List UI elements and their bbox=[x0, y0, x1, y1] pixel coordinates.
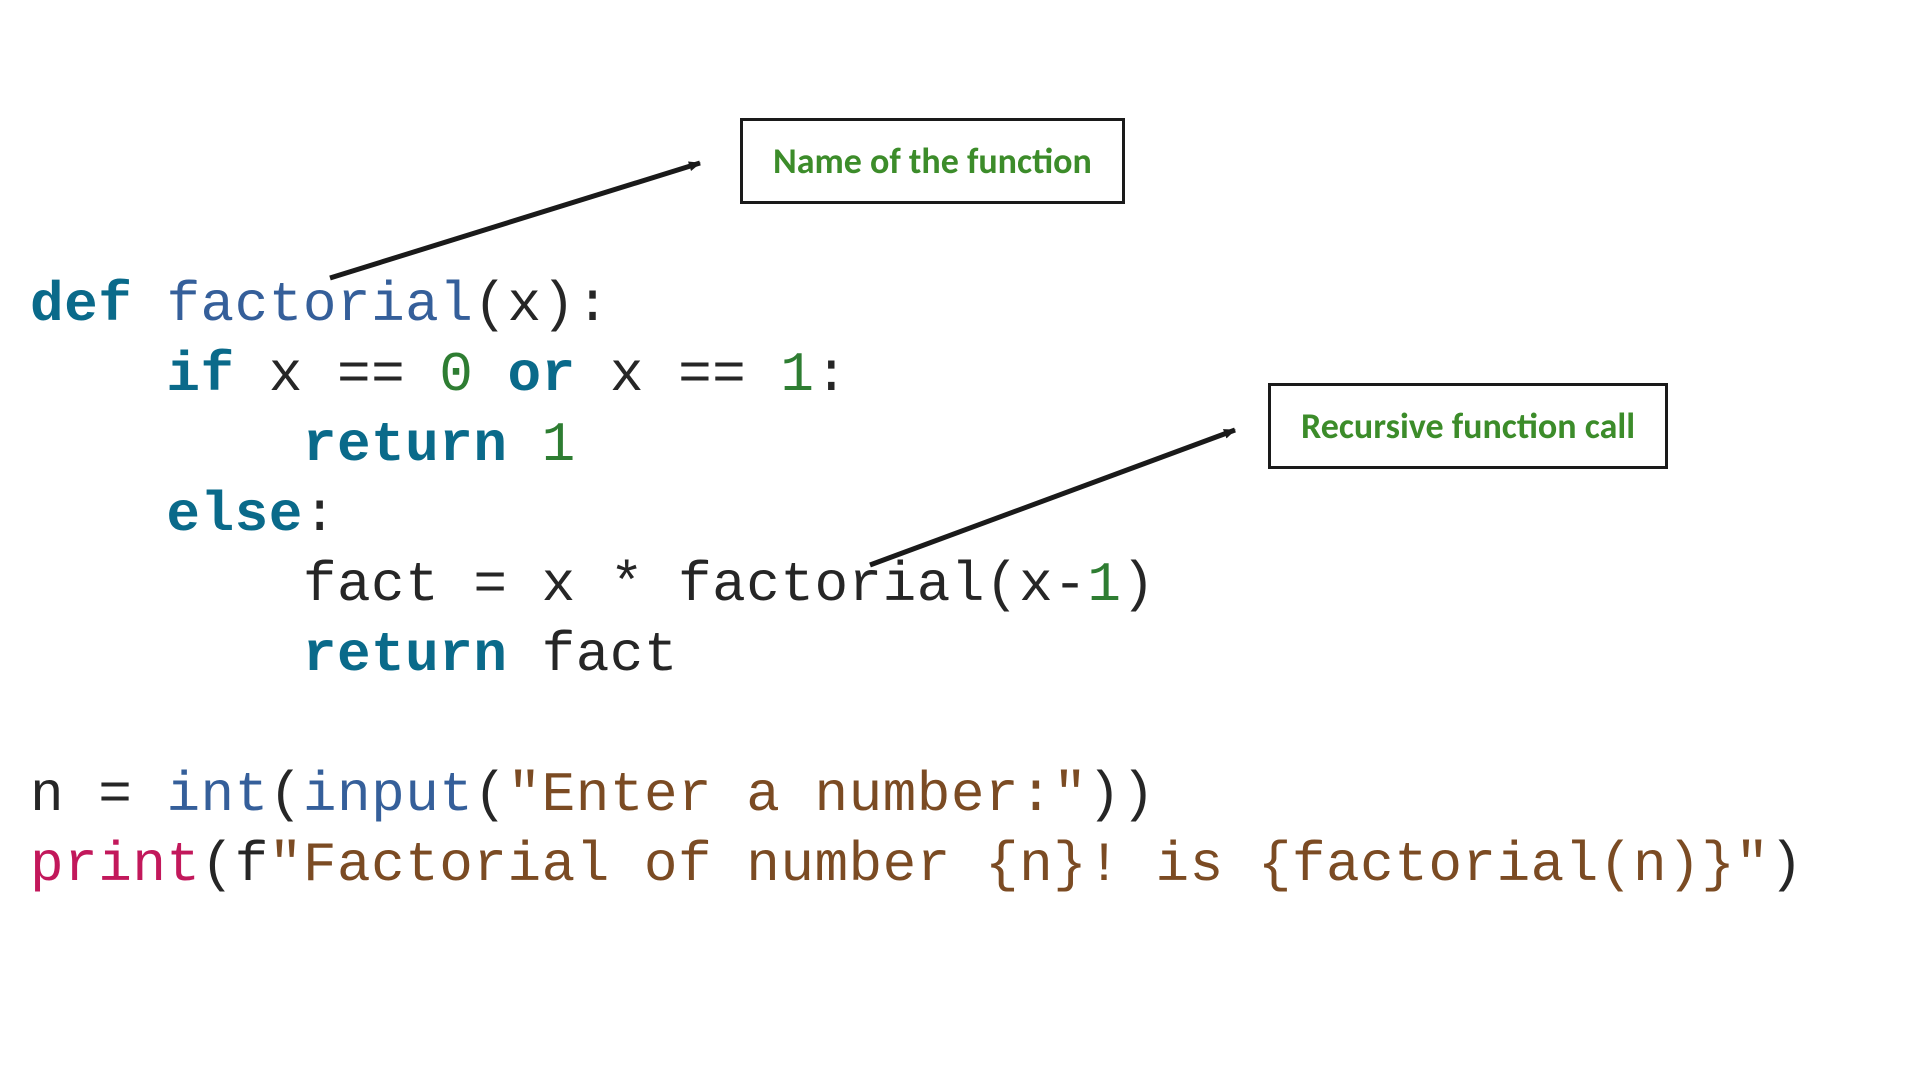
kw-if: if bbox=[166, 343, 234, 407]
code-text: : bbox=[303, 483, 337, 547]
num-1: 1 bbox=[1087, 553, 1121, 617]
code-indent bbox=[30, 483, 166, 547]
code-text: ( bbox=[473, 763, 507, 827]
code-text bbox=[746, 343, 780, 407]
fn-name-factorial: factorial bbox=[166, 273, 473, 337]
num-0: 0 bbox=[439, 343, 473, 407]
op-eq: = bbox=[473, 553, 507, 617]
code-snippet: def factorial(x): if x == 0 or x == 1: r… bbox=[30, 270, 1804, 900]
fstring-brace: {n} bbox=[985, 833, 1087, 897]
code-text: n bbox=[30, 763, 98, 827]
code-text: (f bbox=[201, 833, 269, 897]
code-text bbox=[132, 763, 166, 827]
code-text: ) bbox=[1769, 833, 1803, 897]
string-literal: "Enter a number:" bbox=[508, 763, 1088, 827]
recursive-call: factorial(x bbox=[678, 553, 1053, 617]
code-indent bbox=[30, 553, 303, 617]
callout-function-name: Name of the function bbox=[740, 118, 1125, 204]
code-text: fact bbox=[507, 623, 678, 687]
code-text: ( bbox=[269, 763, 303, 827]
code-indent bbox=[30, 413, 303, 477]
op-eq: == bbox=[678, 343, 746, 407]
code-text: fact bbox=[303, 553, 474, 617]
num-1: 1 bbox=[542, 413, 576, 477]
code-text: (x): bbox=[473, 273, 609, 337]
string-literal: "Factorial of number bbox=[269, 833, 985, 897]
code-text: : bbox=[815, 343, 849, 407]
op-eq: = bbox=[98, 763, 132, 827]
kw-else: else bbox=[166, 483, 302, 547]
code-text bbox=[132, 273, 166, 337]
code-text bbox=[507, 413, 541, 477]
fstring-brace: {factorial(n)} bbox=[1258, 833, 1735, 897]
num-1: 1 bbox=[780, 343, 814, 407]
code-indent bbox=[30, 623, 303, 687]
code-text: x bbox=[576, 343, 678, 407]
code-text bbox=[473, 343, 507, 407]
builtin-input: input bbox=[303, 763, 474, 827]
string-literal: " bbox=[1735, 833, 1769, 897]
op-minus: - bbox=[1053, 553, 1087, 617]
string-literal: ! is bbox=[1087, 833, 1258, 897]
kw-def: def bbox=[30, 273, 132, 337]
code-text bbox=[405, 343, 439, 407]
code-text: x bbox=[235, 343, 337, 407]
op-star: * bbox=[610, 553, 644, 617]
arrow-to-function-name bbox=[330, 163, 700, 278]
code-text bbox=[644, 553, 678, 617]
code-text: )) bbox=[1087, 763, 1155, 827]
op-eq: == bbox=[337, 343, 405, 407]
code-indent bbox=[30, 343, 166, 407]
diagram-stage: Name of the function Recursive function … bbox=[0, 0, 1920, 1080]
code-text: x bbox=[507, 553, 609, 617]
builtin-int: int bbox=[166, 763, 268, 827]
code-text: ) bbox=[1121, 553, 1155, 617]
kw-return: return bbox=[303, 623, 508, 687]
builtin-print: print bbox=[30, 833, 201, 897]
kw-or: or bbox=[508, 343, 576, 407]
kw-return: return bbox=[303, 413, 508, 477]
